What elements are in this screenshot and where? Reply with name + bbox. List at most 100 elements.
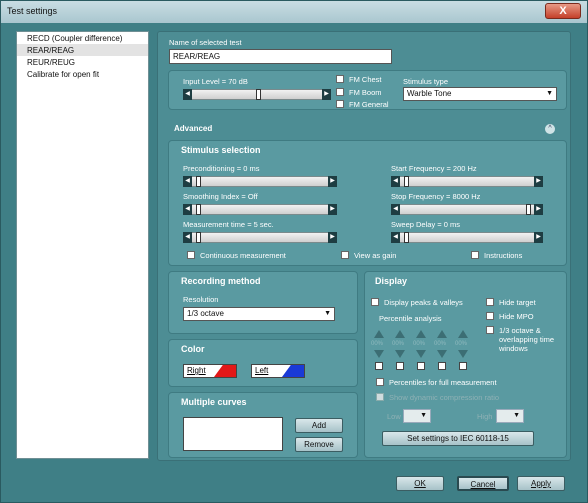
right-color-swatch[interactable]: Right [183,364,237,378]
smoothing-label: Smoothing Index = Off [183,192,258,201]
recording-method-title: Recording method [181,276,261,286]
right-color-label: Right [187,366,206,375]
ok-button[interactable]: OK [396,476,444,491]
sweep-delay-slider[interactable]: ◀ ▶ [391,232,543,243]
left-arrow-icon[interactable]: ◀ [183,89,192,100]
high-label: High [477,412,493,421]
up-arrow-icon[interactable] [395,330,405,338]
percentile-checkbox[interactable] [459,362,467,370]
right-arrow-icon[interactable]: ▶ [534,204,543,215]
measurement-time-label: Measurement time = 5 sec. [183,220,274,229]
list-item[interactable]: REUR/REUG [17,56,148,68]
left-arrow-icon[interactable]: ◀ [391,232,400,243]
left-color-swatch[interactable]: Left [251,364,305,378]
up-arrow-icon[interactable] [374,330,384,338]
down-arrow-icon[interactable] [458,350,468,358]
left-arrow-icon[interactable]: ◀ [183,232,192,243]
fm-general-label: FM General [349,100,389,109]
stimulus-type-select[interactable]: Warble Tone ▼ [403,87,557,101]
iec-settings-button[interactable]: Set settings to IEC 60118-15 [382,431,534,446]
resolution-select[interactable]: 1/3 octave ▼ [183,307,335,321]
measurement-time-slider[interactable]: ◀ ▶ [183,232,337,243]
left-color-label: Left [255,366,269,375]
left-arrow-icon[interactable]: ◀ [391,204,400,215]
right-color-fill [214,365,236,377]
left-arrow-icon[interactable]: ◀ [183,176,192,187]
percentile-value: 00% [413,341,426,347]
preconditioning-slider[interactable]: ◀ ▶ [183,176,337,187]
slider-thumb[interactable] [404,176,409,187]
resolution-value: 1/3 octave [187,309,224,318]
view-gain-checkbox[interactable] [341,251,349,259]
peaks-checkbox[interactable] [371,298,379,306]
right-arrow-icon[interactable]: ▶ [328,232,337,243]
right-arrow-icon[interactable]: ▶ [328,204,337,215]
cancel-button[interactable]: Cancel [457,476,509,491]
slider-thumb[interactable] [196,176,201,187]
fm-boom-checkbox[interactable] [336,88,344,96]
fm-boom-label: FM Boom [349,88,382,97]
full-measurement-checkbox[interactable] [376,378,384,386]
remove-button[interactable]: Remove [295,437,343,452]
chevron-down-icon: ▼ [324,310,331,317]
stop-frequency-slider[interactable]: ◀ ▶ [391,204,543,215]
left-arrow-icon[interactable]: ◀ [391,176,400,187]
low-select[interactable]: ▼ [403,409,431,423]
apply-button[interactable]: Apply [517,476,565,491]
collapse-icon[interactable]: ^ [545,124,555,134]
down-arrow-icon[interactable] [374,350,384,358]
high-select[interactable]: ▼ [496,409,524,423]
right-arrow-icon[interactable]: ▶ [322,89,331,100]
up-arrow-icon[interactable] [437,330,447,338]
right-arrow-icon[interactable]: ▶ [534,176,543,187]
title-bar: Test settings X [1,1,587,23]
slider-thumb[interactable] [196,204,201,215]
slider-thumb[interactable] [256,89,261,100]
up-arrow-icon[interactable] [416,330,426,338]
slider-thumb[interactable] [196,232,201,243]
percentile-checkbox[interactable] [375,362,383,370]
down-arrow-icon[interactable] [416,350,426,358]
down-arrow-icon[interactable] [395,350,405,358]
dynamic-ratio-checkbox[interactable] [376,393,384,401]
hide-target-checkbox[interactable] [486,298,494,306]
close-button[interactable]: X [545,3,581,19]
right-arrow-icon[interactable]: ▶ [328,176,337,187]
instructions-checkbox[interactable] [471,251,479,259]
smoothing-slider[interactable]: ◀ ▶ [183,204,337,215]
percentile-checkbox[interactable] [417,362,425,370]
list-item[interactable]: REAR/REAG [17,44,148,56]
input-level-slider[interactable]: ◀ ▶ [183,89,331,100]
percentile-value: 00% [434,341,447,347]
percentile-checkbox[interactable] [396,362,404,370]
instructions-label: Instructions [484,251,523,260]
percentile-checkbox[interactable] [438,362,446,370]
stimulus-selection-title: Stimulus selection [181,145,261,155]
preconditioning-label: Preconditioning = 0 ms [183,164,260,173]
low-label: Low [387,412,401,421]
chevron-down-icon: ▼ [513,412,520,419]
add-button[interactable]: Add [295,418,343,433]
hide-mpo-label: Hide MPO [499,312,534,321]
display-panel: Display Display peaks & valleys Percenti… [364,271,567,458]
down-arrow-icon[interactable] [437,350,447,358]
hide-mpo-checkbox[interactable] [486,312,494,320]
continuous-checkbox[interactable] [187,251,195,259]
fm-general-checkbox[interactable] [336,100,344,108]
test-list[interactable]: RECD (Coupler difference) REAR/REAG REUR… [16,31,149,459]
right-arrow-icon[interactable]: ▶ [534,232,543,243]
window-title: Test settings [7,6,58,16]
name-input[interactable]: REAR/REAG [169,49,392,64]
slider-thumb[interactable] [404,232,409,243]
chevron-down-icon: ▼ [546,90,553,97]
slider-thumb[interactable] [526,204,531,215]
left-arrow-icon[interactable]: ◀ [183,204,192,215]
start-frequency-slider[interactable]: ◀ ▶ [391,176,543,187]
fm-chest-checkbox[interactable] [336,75,344,83]
octave-checkbox[interactable] [486,326,494,334]
curves-list[interactable] [183,417,283,451]
up-arrow-icon[interactable] [458,330,468,338]
sweep-delay-label: Sweep Delay = 0 ms [391,220,460,229]
list-item[interactable]: RECD (Coupler difference) [17,32,148,44]
list-item[interactable]: Calibrate for open fit [17,68,148,80]
